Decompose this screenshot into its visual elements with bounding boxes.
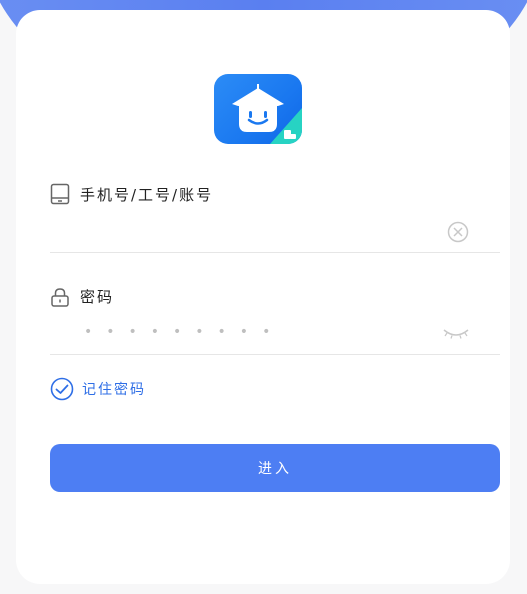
password-divider — [50, 354, 500, 355]
clear-circle-icon[interactable] — [446, 221, 470, 247]
account-divider — [50, 252, 500, 253]
lock-icon — [51, 287, 69, 307]
school-house-icon — [232, 84, 302, 144]
account-input[interactable] — [50, 214, 430, 248]
check-circle-icon[interactable] — [50, 377, 74, 401]
account-label: 手机号/工号/账号 — [80, 185, 214, 204]
password-label: 密码 — [80, 288, 115, 306]
password-input-row[interactable]: ••••••••• — [50, 315, 500, 349]
account-label-row: 手机号/工号/账号 — [50, 183, 213, 205]
password-label-row: 密码 — [50, 286, 114, 307]
app-logo — [214, 74, 302, 144]
login-card: 手机号/工号/账号 密码 ••••••••• 记住密码 进入 — [16, 10, 510, 584]
tablet-icon — [50, 183, 70, 205]
eye-closed-icon[interactable] — [442, 322, 470, 346]
account-input-row — [50, 214, 500, 248]
remember-password-toggle[interactable]: 记住密码 — [50, 377, 146, 401]
remember-password-label: 记住密码 — [82, 382, 146, 398]
password-input[interactable]: ••••••••• — [84, 315, 284, 349]
enter-button[interactable]: 进入 — [50, 444, 500, 492]
